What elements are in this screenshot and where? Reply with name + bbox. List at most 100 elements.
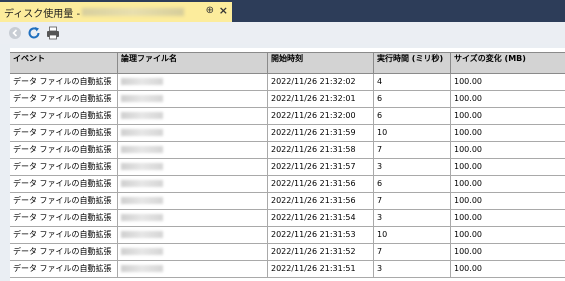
- report-toolbar: [0, 22, 565, 44]
- cell-size-change: 100.00: [450, 74, 565, 90]
- table-row[interactable]: データ ファイルの自動拡張 2022/11/26 21:31:58 7 100.00: [10, 142, 565, 159]
- cell-logical-file-name: [117, 108, 267, 124]
- redacted-file-name: [121, 214, 163, 221]
- cell-duration: 3: [373, 159, 450, 175]
- table-row[interactable]: データ ファイルの自動拡張 2022/11/26 21:31:56 7 100.00: [10, 193, 565, 210]
- column-header-event: イベント: [13, 54, 45, 63]
- cell-event: データ ファイルの自動拡張: [13, 162, 112, 171]
- cell-size-change: 100.00: [450, 227, 565, 243]
- tab-title: ディスク使用量 -: [4, 8, 81, 20]
- redacted-file-name: [121, 248, 163, 255]
- cell-event: データ ファイルの自動拡張: [13, 145, 112, 154]
- redacted-file-name: [121, 180, 163, 187]
- cell-logical-file-name: [117, 91, 267, 107]
- cell-start-time: 2022/11/26 21:31:59: [267, 125, 373, 141]
- cell-event: データ ファイルの自動拡張: [13, 77, 112, 86]
- cell-start-time: 2022/11/26 21:32:01: [267, 91, 373, 107]
- cell-event: データ ファイルの自動拡張: [13, 264, 112, 273]
- cell-duration: 3: [373, 261, 450, 277]
- redacted-file-name: [121, 78, 163, 85]
- table-row[interactable]: データ ファイルの自動拡張 2022/11/26 21:32:00 6 100.00: [10, 108, 565, 125]
- cell-size-change: 100.00: [450, 142, 565, 158]
- cell-logical-file-name: [117, 176, 267, 192]
- cell-duration: 10: [373, 125, 450, 141]
- cell-event: データ ファイルの自動拡張: [13, 94, 112, 103]
- redacted-file-name: [121, 265, 163, 272]
- cell-size-change: 100.00: [450, 108, 565, 124]
- cell-logical-file-name: [117, 142, 267, 158]
- cell-duration: 7: [373, 142, 450, 158]
- redacted-file-name: [121, 95, 163, 102]
- tab-disk-usage[interactable]: ディスク使用量 - ⊕ ×: [0, 2, 232, 22]
- cell-event: データ ファイルの自動拡張: [13, 213, 112, 222]
- cell-size-change: 100.00: [450, 193, 565, 209]
- cell-duration: 7: [373, 193, 450, 209]
- cell-event: データ ファイルの自動拡張: [13, 230, 112, 239]
- redacted-file-name: [121, 112, 163, 119]
- cell-start-time: 2022/11/26 21:32:02: [267, 74, 373, 90]
- redacted-file-name: [121, 163, 163, 170]
- refresh-button[interactable]: [27, 26, 41, 40]
- column-header-size-change: サイズの変化 (MB): [450, 53, 565, 73]
- table-row[interactable]: データ ファイルの自動拡張 2022/11/26 21:31:57 3 100.00: [10, 159, 565, 176]
- table-row[interactable]: データ ファイルの自動拡張 2022/11/26 21:31:56 6 100.00: [10, 176, 565, 193]
- column-header-logical-file-name: 論理ファイル名: [117, 53, 267, 73]
- cell-duration: 6: [373, 91, 450, 107]
- cell-logical-file-name: [117, 227, 267, 243]
- cell-duration: 6: [373, 176, 450, 192]
- report-pane: イベント 論理ファイル名 開始時刻 実行時間 (ミリ秒) サイズの変化 (MB)…: [0, 22, 565, 281]
- table-row[interactable]: データ ファイルの自動拡張 2022/11/26 21:31:59 10 100.00: [10, 125, 565, 142]
- cell-start-time: 2022/11/26 21:31:54: [267, 210, 373, 226]
- cell-duration: 10: [373, 227, 450, 243]
- cell-event: データ ファイルの自動拡張: [13, 196, 112, 205]
- cell-duration: 4: [373, 74, 450, 90]
- cell-start-time: 2022/11/26 21:31:56: [267, 176, 373, 192]
- cell-duration: 6: [373, 108, 450, 124]
- cell-event: データ ファイルの自動拡張: [13, 111, 112, 120]
- cell-event: データ ファイルの自動拡張: [13, 179, 112, 188]
- redacted-file-name: [121, 231, 163, 238]
- back-arrow-icon: [9, 27, 21, 39]
- close-icon[interactable]: ×: [219, 4, 228, 17]
- table-row[interactable]: データ ファイルの自動拡張 2022/11/26 21:32:02 4 100.00: [10, 74, 565, 91]
- back-button[interactable]: [8, 26, 22, 40]
- cell-logical-file-name: [117, 125, 267, 141]
- table-row[interactable]: データ ファイルの自動拡張 2022/11/26 21:31:54 3 100.00: [10, 210, 565, 227]
- pin-icon[interactable]: ⊕: [206, 5, 214, 16]
- column-header-duration: 実行時間 (ミリ秒): [373, 53, 450, 73]
- redacted-server-name: [82, 8, 185, 16]
- document-tabstrip: ディスク使用量 - ⊕ ×: [0, 0, 565, 22]
- table-header: イベント 論理ファイル名 開始時刻 実行時間 (ミリ秒) サイズの変化 (MB): [10, 52, 565, 74]
- cell-logical-file-name: [117, 261, 267, 277]
- cell-size-change: 100.00: [450, 244, 565, 260]
- cell-start-time: 2022/11/26 21:31:53: [267, 227, 373, 243]
- cell-logical-file-name: [117, 193, 267, 209]
- cell-start-time: 2022/11/26 21:31:52: [267, 244, 373, 260]
- cell-event: データ ファイルの自動拡張: [13, 128, 112, 137]
- cell-size-change: 100.00: [450, 210, 565, 226]
- table-row[interactable]: データ ファイルの自動拡張 2022/11/26 21:31:53 10 100.00: [10, 227, 565, 244]
- column-header-start-time: 開始時刻: [267, 53, 373, 73]
- redacted-file-name: [121, 146, 163, 153]
- cell-size-change: 100.00: [450, 176, 565, 192]
- cell-event: データ ファイルの自動拡張: [13, 247, 112, 256]
- cell-start-time: 2022/11/26 21:31:58: [267, 142, 373, 158]
- cell-start-time: 2022/11/26 21:31:57: [267, 159, 373, 175]
- cell-size-change: 100.00: [450, 159, 565, 175]
- cell-start-time: 2022/11/26 21:31:56: [267, 193, 373, 209]
- table-row[interactable]: データ ファイルの自動拡張 2022/11/26 21:31:52 7 100.00: [10, 244, 565, 261]
- cell-size-change: 100.00: [450, 125, 565, 141]
- cell-size-change: 100.00: [450, 91, 565, 107]
- cell-logical-file-name: [117, 210, 267, 226]
- cell-size-change: 100.00: [450, 261, 565, 277]
- table-row[interactable]: データ ファイルの自動拡張 2022/11/26 21:32:01 6 100.00: [10, 91, 565, 108]
- table-row[interactable]: データ ファイルの自動拡張 2022/11/26 21:31:51 3 100.00: [10, 261, 565, 278]
- refresh-icon: [28, 27, 40, 39]
- redacted-file-name: [121, 197, 163, 204]
- cell-duration: 3: [373, 210, 450, 226]
- print-icon: [47, 26, 59, 40]
- redacted-file-name: [121, 129, 163, 136]
- print-button[interactable]: [46, 26, 60, 40]
- disk-usage-report: イベント 論理ファイル名 開始時刻 実行時間 (ミリ秒) サイズの変化 (MB)…: [10, 48, 565, 281]
- cell-logical-file-name: [117, 244, 267, 260]
